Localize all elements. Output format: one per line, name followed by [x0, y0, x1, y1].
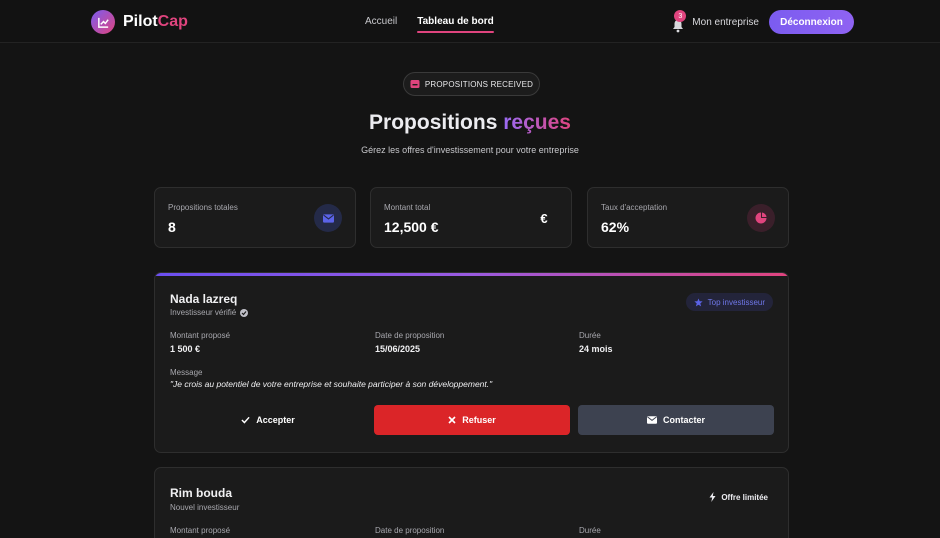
brand-name: PilotCap	[123, 13, 188, 31]
inbox-icon	[410, 80, 420, 88]
notification-badge: 3	[674, 10, 687, 22]
refuse-button[interactable]: Refuser	[374, 405, 570, 435]
top-investor-badge: Top investisseur	[685, 293, 773, 311]
page-title-main: Propositions	[369, 111, 498, 134]
envelope-icon	[314, 204, 342, 232]
stat-value: 62%	[601, 219, 630, 235]
nav-right: 3 Mon entreprise Déconnexion	[670, 10, 854, 34]
verified-check-icon	[240, 308, 249, 317]
stat-card-total-proposals: Propositions totales 8	[154, 187, 356, 248]
amount-label: Montant proposé	[170, 331, 231, 340]
nav-links: Accueil Tableau de bord	[365, 16, 494, 33]
brand-name-main: Pilot	[123, 13, 158, 30]
star-icon	[694, 297, 703, 306]
card-accent-bar	[155, 273, 788, 276]
stat-card-total-amount: Montant total 12,500 € €	[370, 187, 572, 248]
brand-name-accent: Cap	[157, 13, 188, 30]
investor-name: Nada lazreq	[170, 292, 238, 306]
page-title: Propositions reçues	[0, 111, 940, 135]
close-icon	[448, 416, 456, 424]
refuse-label: Refuser	[462, 415, 496, 425]
stat-value: 8	[168, 219, 176, 235]
investor-status: Nouvel investisseur	[170, 503, 239, 512]
duration-label: Durée	[579, 331, 601, 340]
euro-icon: €	[540, 210, 548, 226]
top-navbar: PilotCap Accueil Tableau de bord 3 Mon e…	[0, 0, 940, 43]
duration-value: 24 mois	[579, 344, 613, 354]
envelope-icon	[646, 416, 657, 424]
page-subtitle: Gérez les offres d'investissement pour v…	[361, 145, 579, 155]
accept-button[interactable]: Accepter	[170, 405, 366, 435]
pie-chart-icon	[747, 204, 775, 232]
limited-offer-badge: Offre limitée	[709, 492, 768, 502]
date-value: 15/06/2025	[375, 344, 421, 354]
message-text: "Je crois au potentiel de votre entrepri…	[170, 379, 493, 389]
message-label: Message	[170, 368, 203, 377]
date-label: Date de proposition	[375, 331, 445, 340]
investor-name: Rim bouda	[170, 486, 232, 500]
chart-line-icon	[91, 10, 115, 34]
stat-label: Taux d'acceptation	[601, 203, 668, 212]
brand[interactable]: PilotCap	[91, 10, 188, 34]
section-pill: PROPOSITIONS RECEIVED	[403, 72, 540, 96]
company-link[interactable]: Mon entreprise	[692, 17, 759, 28]
notification-button[interactable]: 3	[670, 10, 687, 33]
investor-status-label: Investisseur vérifié	[170, 308, 237, 317]
stat-label: Propositions totales	[168, 203, 238, 212]
contact-label: Contacter	[662, 415, 705, 425]
nav-link-accueil[interactable]: Accueil	[365, 16, 397, 27]
duration-label: Durée	[579, 526, 601, 535]
page-title-accent: reçues	[503, 111, 571, 134]
accept-label: Accepter	[256, 415, 295, 425]
amount-value: 1 500 €	[170, 344, 201, 354]
proposal-card: Rim bouda Nouvel investisseur Offre limi…	[154, 467, 789, 538]
investor-status: Investisseur vérifié	[170, 308, 249, 317]
section-pill-label: PROPOSITIONS RECEIVED	[424, 79, 534, 89]
stat-label: Montant total	[384, 203, 431, 212]
stat-card-acceptance-rate: Taux d'acceptation 62%	[587, 187, 789, 248]
contact-button[interactable]: Contacter	[578, 405, 774, 435]
top-investor-label: Top investisseur	[707, 297, 765, 307]
date-label: Date de proposition	[375, 526, 445, 535]
limited-offer-label: Offre limitée	[721, 492, 768, 502]
check-icon	[241, 416, 250, 424]
proposal-card: Nada lazreq Investisseur vérifié Top inv…	[154, 272, 789, 453]
amount-label: Montant proposé	[170, 526, 231, 535]
logout-button[interactable]: Déconnexion	[769, 10, 854, 34]
investor-status-label: Nouvel investisseur	[170, 503, 240, 512]
lightning-icon	[709, 492, 716, 502]
stat-value: 12,500 €	[384, 219, 439, 235]
nav-link-tableau-de-bord[interactable]: Tableau de bord	[417, 16, 494, 33]
